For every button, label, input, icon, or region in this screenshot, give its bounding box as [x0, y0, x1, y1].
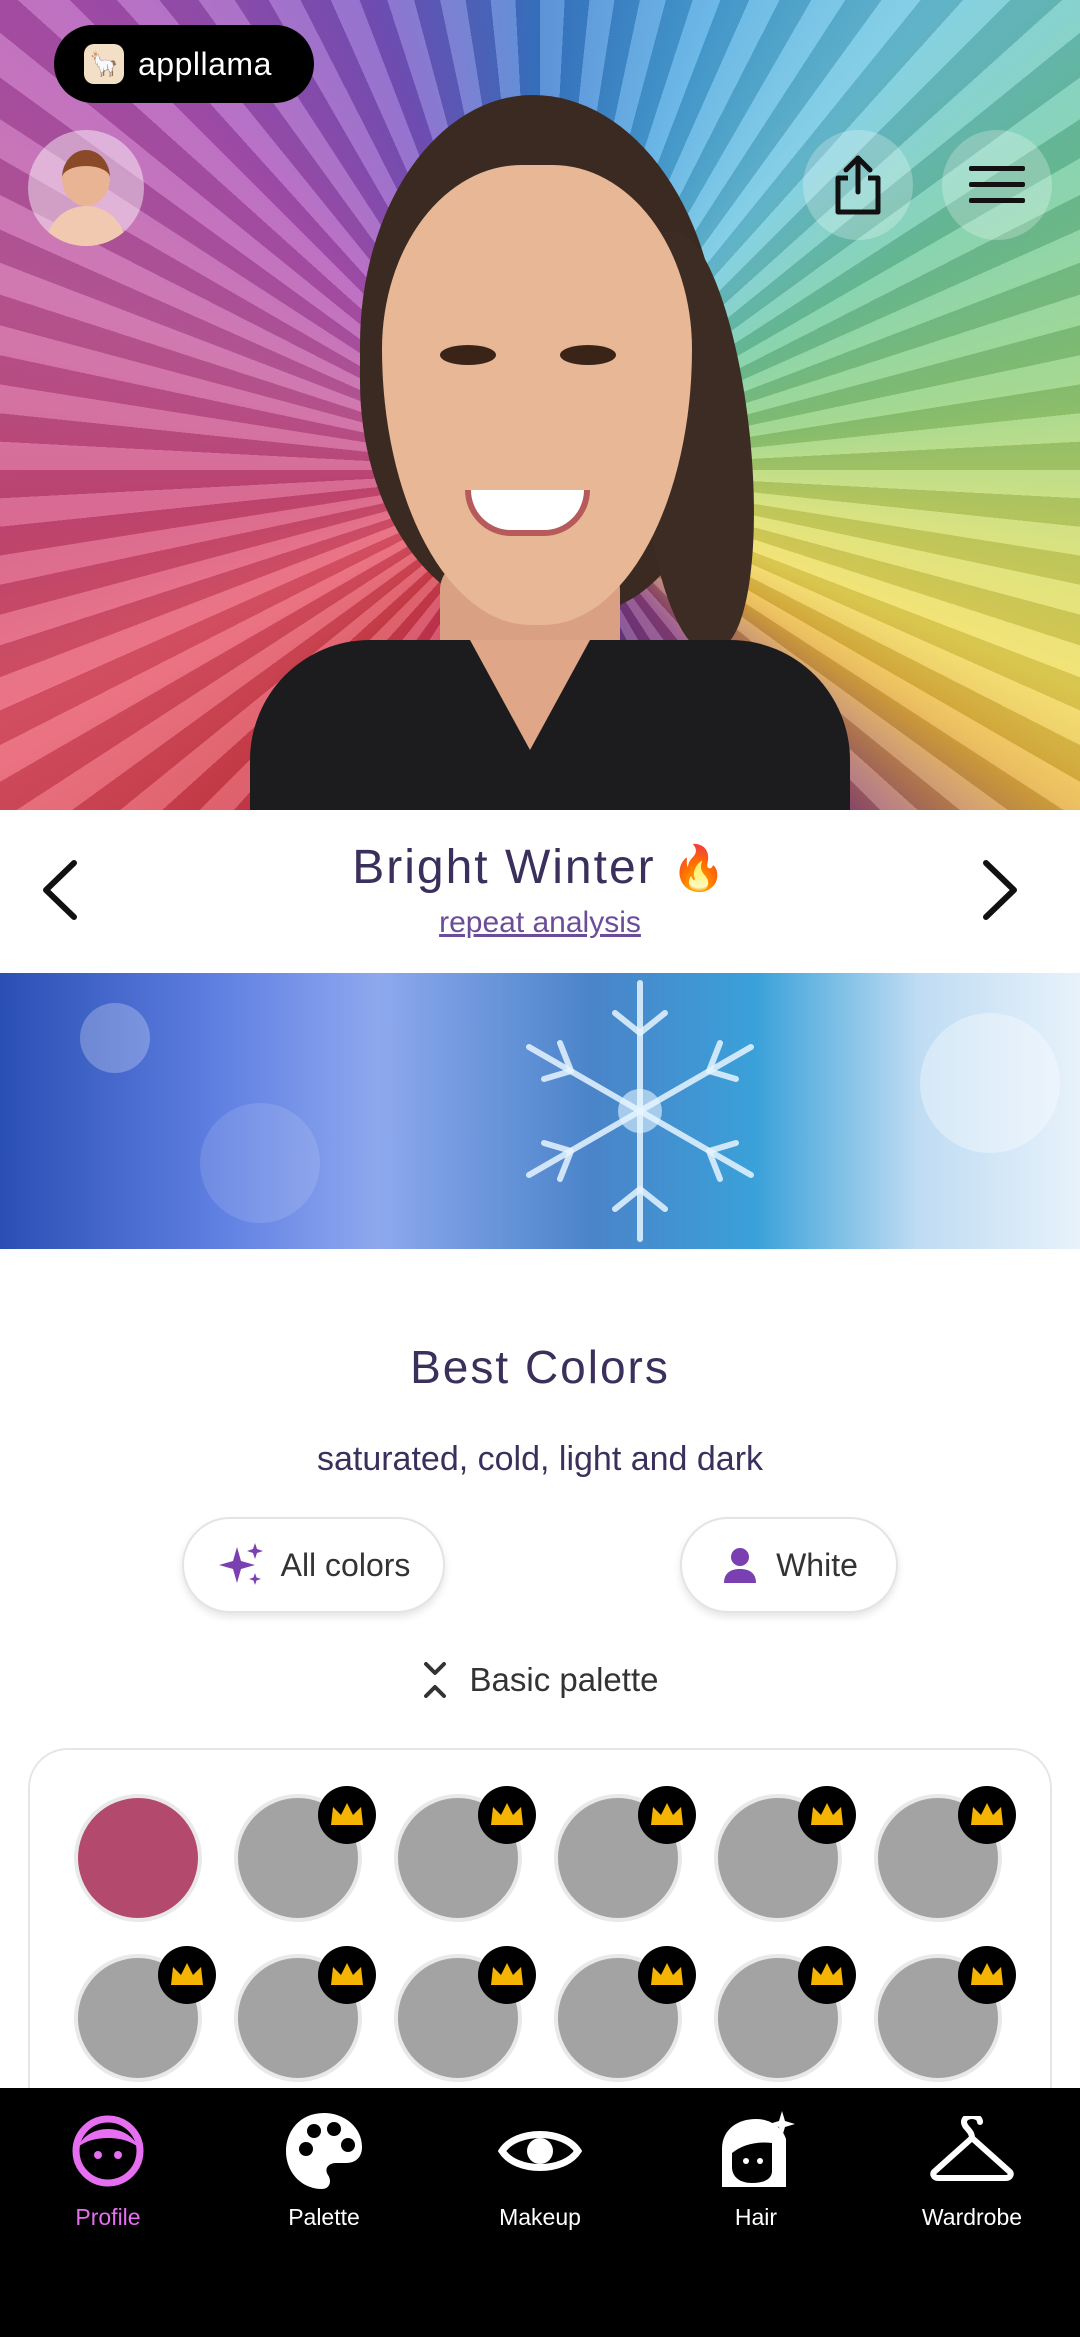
crown-icon — [958, 1786, 1016, 1844]
hair-icon — [713, 2108, 799, 2194]
color-swatch[interactable] — [74, 1794, 202, 1922]
hero-portrait: 🦙 appllama — [0, 0, 1080, 810]
next-season-button[interactable] — [960, 850, 1040, 930]
menu-button[interactable] — [942, 130, 1052, 240]
best-colors-subtitle: saturated, cold, light and dark — [316, 1440, 764, 1478]
crown-icon — [958, 1946, 1016, 2004]
hamburger-menu-icon — [969, 166, 1025, 203]
nav-profile[interactable]: Profile — [0, 2108, 216, 2248]
bottom-navigation: Profile Palette Makeup Hair Wardrobe — [0, 2088, 1080, 2337]
nav-makeup-label: Makeup — [499, 2204, 581, 2230]
crown-icon — [798, 1786, 856, 1844]
crown-icon — [318, 1786, 376, 1844]
nav-palette-label: Palette — [288, 2204, 360, 2230]
snowflake-icon — [526, 980, 754, 1242]
llama-logo-icon: 🦙 — [84, 44, 124, 84]
crown-icon — [638, 1946, 696, 2004]
repeat-analysis-link[interactable]: repeat analysis — [0, 906, 1080, 940]
nav-makeup[interactable]: Makeup — [432, 2108, 648, 2248]
brand-name: appllama — [138, 45, 272, 82]
nav-hair-label: Hair — [734, 2204, 778, 2230]
white-filter-button[interactable]: White — [680, 1517, 898, 1613]
portrait-photo — [0, 0, 1080, 810]
crown-icon — [798, 1946, 856, 2004]
all-colors-filter-button[interactable]: All colors — [182, 1517, 445, 1613]
winter-banner-image — [0, 973, 1080, 1249]
crown-icon — [478, 1946, 536, 2004]
white-filter-label: White — [776, 1546, 858, 1583]
nav-palette[interactable]: Palette — [216, 2108, 432, 2248]
palette-toggle-label: Basic palette — [469, 1661, 659, 1698]
flame-icon: 🔥 — [670, 844, 728, 893]
season-selector: Bright Winter 🔥 repeat analysis — [0, 810, 1080, 973]
all-colors-label: All colors — [280, 1546, 411, 1583]
person-icon — [724, 1548, 757, 1583]
palette-icon — [281, 2108, 367, 2194]
collapse-icon — [423, 1662, 446, 1698]
crown-icon — [478, 1786, 536, 1844]
hanger-icon — [929, 2108, 1015, 2194]
nav-wardrobe[interactable]: Wardrobe — [864, 2108, 1080, 2248]
crown-icon — [158, 1946, 216, 2004]
crown-icon — [318, 1946, 376, 2004]
profile-avatar[interactable] — [28, 130, 144, 246]
nav-profile-label: Profile — [75, 2204, 141, 2230]
chevron-right-icon — [983, 860, 1017, 920]
season-name: Bright Winter — [352, 841, 656, 894]
face-icon — [65, 2108, 151, 2194]
eye-icon — [497, 2108, 583, 2194]
share-button[interactable] — [803, 130, 913, 240]
best-colors-title: Best Colors — [410, 1341, 670, 1393]
share-icon — [835, 155, 881, 215]
nav-wardrobe-label: Wardrobe — [921, 2204, 1023, 2230]
basic-palette-toggle[interactable]: Basic palette — [0, 1660, 1080, 1700]
crown-icon — [638, 1786, 696, 1844]
nav-hair[interactable]: Hair — [648, 2108, 864, 2248]
brand-badge[interactable]: 🦙 appllama — [54, 25, 314, 103]
season-title: Bright Winter 🔥 — [0, 840, 1080, 895]
sparkle-icon — [218, 1543, 263, 1585]
